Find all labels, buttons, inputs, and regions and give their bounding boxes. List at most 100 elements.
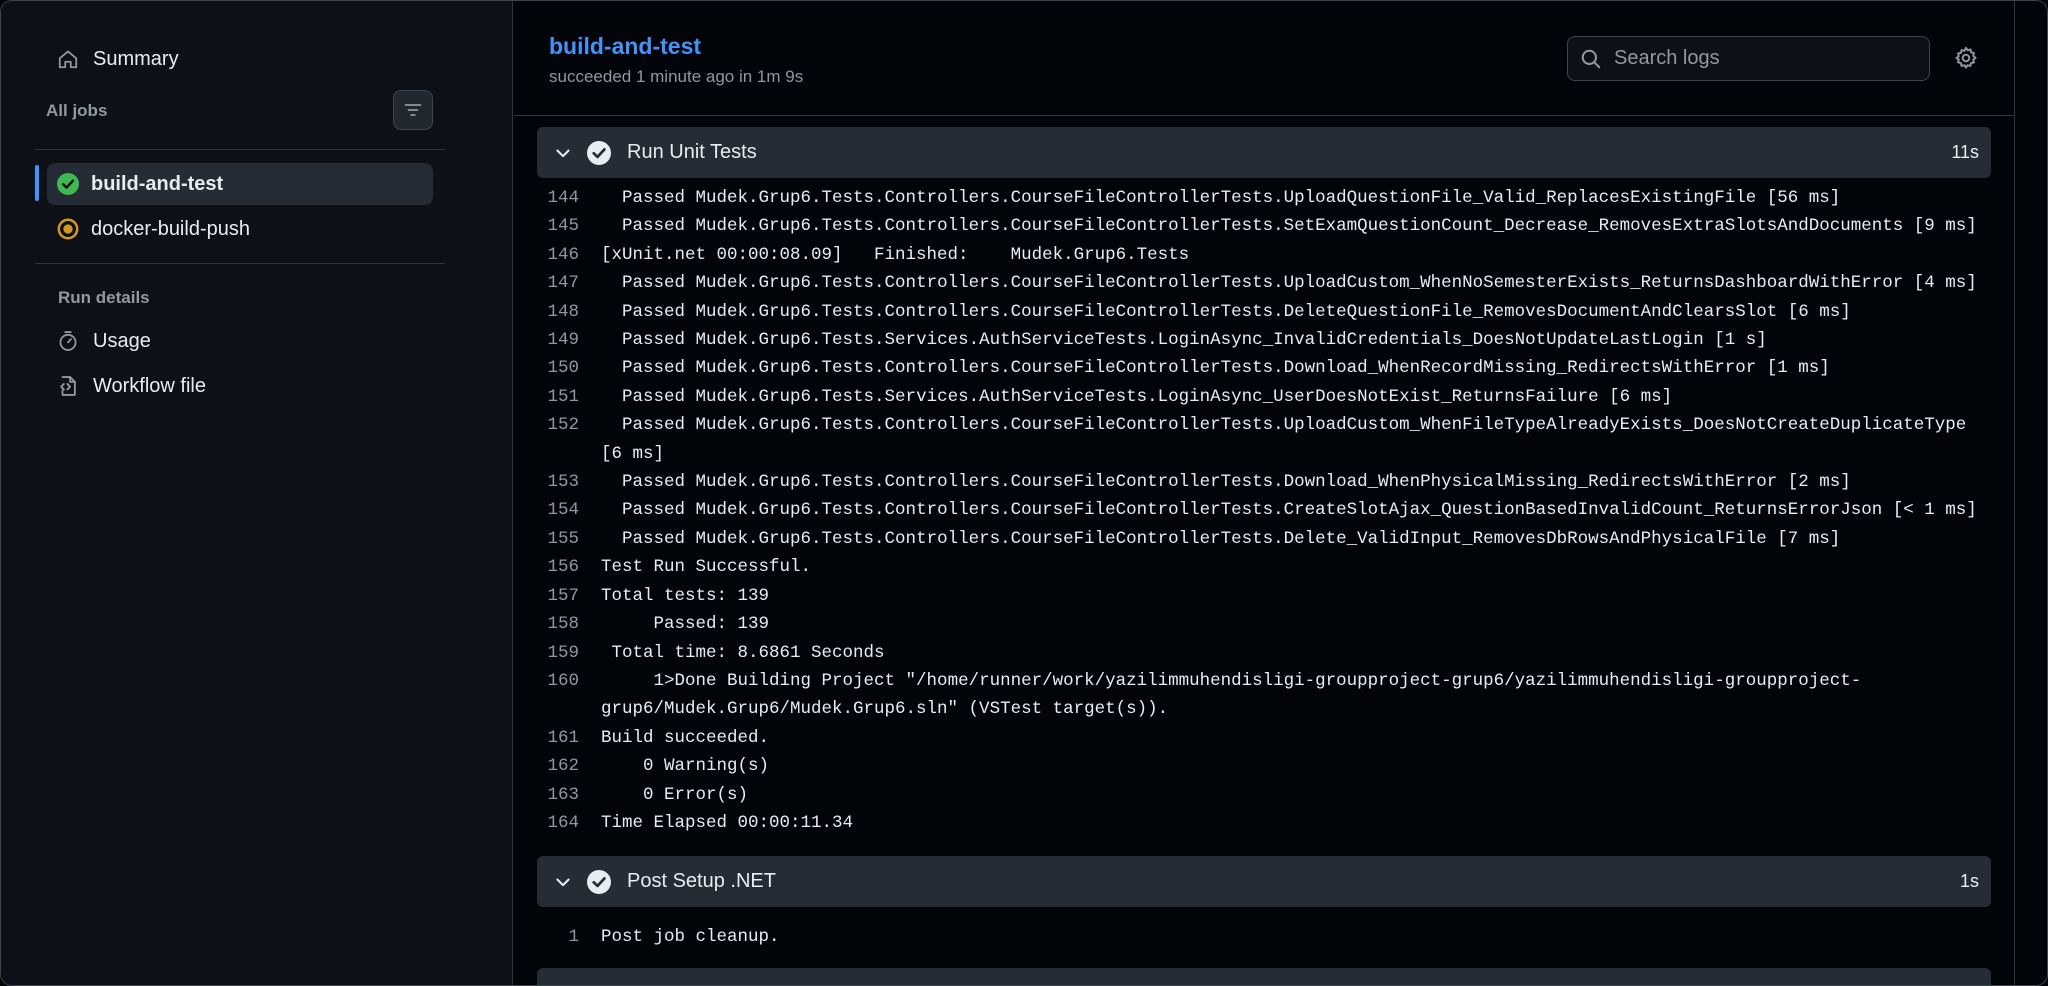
success-check-icon — [57, 173, 79, 195]
log-text: Post job cleanup. — [601, 927, 780, 947]
log-line: 148 Passed Mudek.Grup6.Tests.Controllers… — [537, 298, 1991, 326]
log-line: 1 Post job cleanup. — [537, 923, 1991, 951]
line-number[interactable]: 163 — [537, 781, 601, 809]
run-details-heading: Run details — [58, 288, 150, 307]
header-divider — [514, 115, 2014, 116]
line-number[interactable]: 157 — [537, 582, 601, 610]
log-text: Total tests: 139 — [601, 585, 770, 606]
log-line: 147 Passed Mudek.Grup6.Tests.Controllers… — [537, 269, 1991, 297]
job-title[interactable]: build-and-test — [549, 33, 701, 60]
step-log-run-unit-tests: 144 Passed Mudek.Grup6.Tests.Controllers… — [537, 184, 1991, 837]
gear-icon[interactable] — [1954, 46, 1978, 70]
step-duration: 11s — [1951, 142, 1979, 162]
line-number[interactable]: 154 — [537, 496, 601, 524]
job-label: build-and-test — [91, 172, 224, 195]
line-number[interactable]: 162 — [537, 752, 601, 780]
line-number[interactable]: 147 — [537, 269, 601, 297]
line-number[interactable]: 1 — [537, 923, 601, 951]
log-line: 152 Passed Mudek.Grup6.Tests.Controllers… — [537, 411, 1991, 468]
log-line: 144 Passed Mudek.Grup6.Tests.Controllers… — [537, 184, 1991, 212]
line-number[interactable]: 152 — [537, 411, 601, 468]
all-jobs-heading: All jobs — [46, 101, 108, 120]
check-circle-icon — [587, 869, 611, 894]
line-number[interactable]: 156 — [537, 553, 601, 581]
sidebar-divider — [35, 149, 445, 150]
line-number[interactable]: 149 — [537, 326, 601, 354]
line-number[interactable]: 145 — [537, 212, 601, 240]
search-logs-field[interactable] — [1567, 36, 1930, 81]
log-text: Passed Mudek.Grup6.Tests.Controllers.Cou… — [601, 415, 1967, 464]
sidebar-divider — [35, 263, 445, 264]
in-progress-icon — [57, 218, 79, 240]
log-text: Passed Mudek.Grup6.Tests.Controllers.Cou… — [601, 188, 1841, 208]
line-number[interactable]: 148 — [537, 298, 601, 326]
job-item-docker-build-push[interactable]: docker-build-push — [47, 208, 433, 250]
app-window: Summary All jobs build-and-test docker-b… — [0, 0, 2048, 986]
check-circle-icon — [587, 140, 611, 165]
log-line: 161 Build succeeded. — [537, 724, 1991, 752]
job-label: docker-build-push — [91, 217, 250, 240]
summary-label: Summary — [93, 47, 179, 70]
job-status-summary: succeeded 1 minute ago in 1m 9s — [549, 67, 804, 86]
log-text: Passed Mudek.Grup6.Tests.Controllers.Cou… — [601, 528, 1841, 549]
step-duration: 1s — [1959, 871, 1979, 891]
log-text: 1>Done Building Project "/home/runner/wo… — [601, 670, 1862, 720]
log-text: 0 Warning(s) — [601, 756, 770, 777]
home-icon — [58, 50, 78, 69]
workflow-file-label: Workflow file — [93, 374, 206, 397]
step-header-post-setup-dotnet[interactable]: Post Setup .NET 1s — [537, 856, 1991, 907]
log-text: Passed Mudek.Grup6.Tests.Controllers.Cou… — [601, 472, 1851, 493]
summary-link[interactable]: Summary — [47, 38, 433, 80]
step-log-post-setup-dotnet: 1 Post job cleanup. — [537, 923, 1991, 951]
usage-link[interactable]: Usage — [47, 320, 433, 362]
log-line: 145 Passed Mudek.Grup6.Tests.Controllers… — [537, 212, 1991, 240]
sidebar: Summary All jobs build-and-test docker-b… — [1, 1, 513, 985]
line-number[interactable]: 159 — [537, 639, 601, 667]
step-name: Post Setup .NET — [627, 870, 776, 892]
line-number[interactable]: 151 — [537, 383, 601, 411]
file-code-icon — [60, 376, 76, 396]
line-number[interactable]: 158 — [537, 610, 601, 638]
log-text: Passed Mudek.Grup6.Tests.Controllers.Cou… — [601, 301, 1851, 322]
log-text: Passed: 139 — [601, 614, 770, 635]
log-line: 158 Passed: 139 — [537, 610, 1991, 638]
line-number[interactable]: 161 — [537, 724, 601, 752]
log-line: 151 Passed Mudek.Grup6.Tests.Services.Au… — [537, 383, 1991, 411]
log-line: 149 Passed Mudek.Grup6.Tests.Services.Au… — [537, 326, 1991, 354]
log-text: Time Elapsed 00:00:11.34 — [601, 812, 854, 833]
log-line: 153 Passed Mudek.Grup6.Tests.Controllers… — [537, 468, 1991, 496]
line-number[interactable]: 144 — [537, 184, 601, 212]
search-logs-input[interactable] — [1614, 47, 1914, 70]
log-text: [xUnit.net 00:00:08.09] Finished: Mudek.… — [601, 244, 1190, 265]
search-icon — [1581, 49, 1601, 68]
next-step-header-partial[interactable] — [537, 968, 1991, 985]
stopwatch-icon — [59, 331, 77, 351]
line-number[interactable]: 146 — [537, 241, 601, 269]
step-name: Run Unit Tests — [627, 141, 757, 163]
log-text: Passed Mudek.Grup6.Tests.Controllers.Cou… — [601, 358, 1830, 379]
log-line: 164 Time Elapsed 00:00:11.34 — [537, 809, 1991, 837]
line-number[interactable]: 160 — [537, 667, 601, 724]
step-header-run-unit-tests[interactable]: Run Unit Tests 11s — [537, 127, 1991, 178]
log-text: Passed Mudek.Grup6.Tests.Services.AuthSe… — [601, 330, 1767, 351]
filter-button[interactable] — [393, 90, 433, 130]
log-text: Passed Mudek.Grup6.Tests.Services.AuthSe… — [601, 386, 1673, 407]
log-text: Passed Mudek.Grup6.Tests.Controllers.Cou… — [601, 500, 1977, 521]
log-text: Passed Mudek.Grup6.Tests.Controllers.Cou… — [601, 273, 1977, 294]
usage-label: Usage — [93, 329, 151, 352]
log-line: 160 1>Done Building Project "/home/runne… — [537, 667, 1991, 724]
scrollbar-track[interactable] — [2014, 1, 2047, 985]
line-number[interactable]: 155 — [537, 525, 601, 553]
log-line: 157 Total tests: 139 — [537, 582, 1991, 610]
workflow-file-link[interactable]: Workflow file — [47, 365, 433, 407]
log-line: 155 Passed Mudek.Grup6.Tests.Controllers… — [537, 525, 1991, 553]
line-number[interactable]: 150 — [537, 354, 601, 382]
line-number[interactable]: 153 — [537, 468, 601, 496]
log-line: 162 0 Warning(s) — [537, 752, 1991, 780]
log-text: Total time: 8.6861 Seconds — [601, 642, 885, 663]
job-item-build-and-test[interactable]: build-and-test — [47, 163, 433, 205]
line-number[interactable]: 164 — [537, 809, 601, 837]
log-text: Build succeeded. — [601, 727, 770, 748]
log-line: 163 0 Error(s) — [537, 781, 1991, 809]
log-line: 146 [xUnit.net 00:00:08.09] Finished: Mud… — [537, 241, 1991, 269]
